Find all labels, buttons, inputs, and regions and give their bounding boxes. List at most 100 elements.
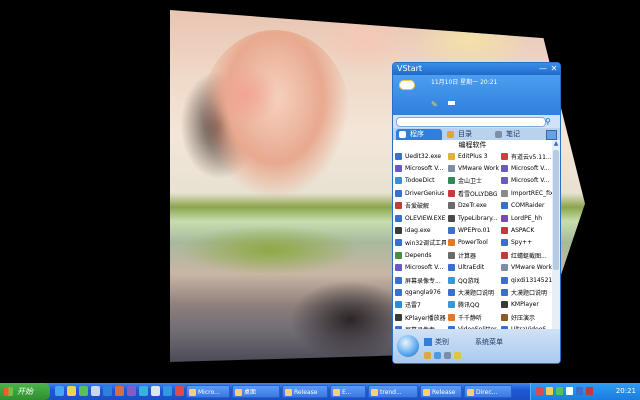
program-item[interactable]: Microsoft V... bbox=[499, 162, 552, 174]
quicklaunch-app-icon[interactable] bbox=[79, 386, 88, 396]
taskbar-task[interactable]: Micro... bbox=[186, 385, 230, 398]
quicklaunch-player-icon[interactable] bbox=[175, 386, 184, 396]
program-label: 红蜻蜓截图... bbox=[511, 252, 547, 260]
category-button[interactable]: 类别 系统菜单 bbox=[424, 337, 503, 347]
tab-2[interactable]: 笔记 bbox=[492, 129, 538, 140]
collapse-icon[interactable] bbox=[448, 101, 455, 105]
program-item[interactable]: KPlayer播放器 bbox=[393, 311, 446, 323]
quicklaunch-ie-icon[interactable] bbox=[55, 386, 64, 396]
tab-0[interactable]: 程序 bbox=[396, 129, 442, 140]
program-item[interactable]: 好压演示 bbox=[499, 311, 552, 323]
program-item[interactable]: idag.exe bbox=[393, 224, 446, 236]
weather-icon[interactable] bbox=[399, 80, 415, 90]
program-item[interactable]: TypeLibrary... bbox=[446, 212, 499, 224]
program-item[interactable]: 大漠题口说明 bbox=[446, 286, 499, 298]
program-item[interactable]: Uedit32.exe bbox=[393, 150, 446, 162]
tab-1[interactable]: 目录 bbox=[444, 129, 490, 140]
program-item[interactable]: ImportREC_fix bbox=[499, 187, 552, 199]
vstart-titlebar[interactable]: VStart — ✕ bbox=[393, 63, 560, 75]
program-item[interactable]: DzeTr.exe bbox=[446, 200, 499, 212]
program-label: 大漠题口说明 bbox=[458, 289, 495, 297]
globe-icon[interactable] bbox=[434, 352, 441, 359]
program-item[interactable]: KMPlayer bbox=[499, 299, 552, 311]
program-item[interactable]: 红蜻蜓截图... bbox=[499, 249, 552, 261]
program-label: 好压演示 bbox=[511, 314, 536, 322]
tab-settings-icon[interactable] bbox=[546, 130, 557, 140]
program-item[interactable]: WPEPro.01 bbox=[446, 224, 499, 236]
quicklaunch-media-icon[interactable] bbox=[103, 386, 112, 396]
quicklaunch-tool-icon[interactable] bbox=[115, 386, 124, 396]
tray-volume-icon[interactable] bbox=[566, 387, 573, 395]
tray-ime-icon[interactable] bbox=[576, 387, 583, 395]
program-item[interactable]: QQ游戏 bbox=[446, 274, 499, 286]
taskbar-task[interactable]: trend... bbox=[368, 385, 418, 398]
program-item[interactable]: 有道云v5.11... bbox=[499, 150, 552, 162]
tray-network-icon[interactable] bbox=[546, 387, 553, 395]
scroll-up-arrow-icon[interactable]: ▲ bbox=[552, 140, 560, 148]
program-icon bbox=[448, 202, 455, 210]
clock[interactable]: 20:21 bbox=[616, 383, 636, 400]
program-item[interactable]: COMRaider bbox=[499, 200, 552, 212]
program-icon bbox=[448, 251, 455, 259]
program-item[interactable]: Microsoft V... bbox=[393, 162, 446, 174]
taskbar-task[interactable]: Release bbox=[282, 385, 328, 398]
program-item[interactable]: DriverGenius bbox=[393, 187, 446, 199]
tray-shield-icon[interactable] bbox=[556, 387, 563, 395]
program-item[interactable]: Spy++ bbox=[499, 237, 552, 249]
monitor-icon[interactable] bbox=[444, 352, 451, 359]
program-item[interactable]: 吾爱破解 bbox=[393, 200, 446, 212]
program-item[interactable]: PowerTool bbox=[446, 237, 499, 249]
program-item[interactable]: 迅雷7 bbox=[393, 299, 446, 311]
program-item[interactable]: UltraEdit bbox=[446, 262, 499, 274]
taskbar-task[interactable]: E... bbox=[330, 385, 366, 398]
program-item[interactable]: TodoeDict bbox=[393, 175, 446, 187]
search-icon[interactable]: ⚲ bbox=[545, 117, 555, 127]
program-item[interactable]: 千千静听 bbox=[446, 311, 499, 323]
search-input[interactable] bbox=[396, 117, 546, 127]
task-label: 桌面 bbox=[244, 389, 257, 396]
tray-antivirus-icon[interactable] bbox=[586, 387, 593, 395]
quicklaunch-folder-icon[interactable] bbox=[67, 386, 76, 396]
taskbar-task[interactable]: Direc... bbox=[464, 385, 512, 398]
quicklaunch-vs-icon[interactable] bbox=[127, 386, 136, 396]
taskbar-task[interactable]: 桌面 bbox=[232, 385, 280, 398]
system-menu-label[interactable]: 系统菜单 bbox=[475, 337, 503, 347]
program-item[interactable]: win32调试工具 bbox=[393, 237, 446, 249]
quicklaunch-qq-icon[interactable] bbox=[139, 386, 148, 396]
tools-icon[interactable] bbox=[424, 352, 431, 359]
program-item[interactable]: VMware Work... bbox=[446, 162, 499, 174]
minimize-button[interactable]: — bbox=[538, 64, 548, 73]
program-item[interactable]: EditPlus 3 bbox=[446, 150, 499, 162]
quicklaunch-notepad-icon[interactable] bbox=[151, 386, 160, 396]
program-icon bbox=[501, 189, 508, 197]
program-item[interactable]: Microsoft V... bbox=[393, 262, 446, 274]
settings-wrench-icon[interactable]: ✎ bbox=[431, 100, 438, 109]
scroll-thumb[interactable] bbox=[553, 150, 559, 270]
program-item[interactable]: qixdi1314521 bbox=[499, 274, 552, 286]
program-item[interactable]: 看雪OLLYDBG bbox=[446, 187, 499, 199]
program-item[interactable]: 腾讯QQ bbox=[446, 299, 499, 311]
task-icon bbox=[235, 389, 242, 396]
program-item[interactable]: 大漠题口说明 bbox=[499, 286, 552, 298]
program-item[interactable]: 计算器 bbox=[446, 249, 499, 261]
program-item[interactable]: 屏幕录像专... bbox=[393, 274, 446, 286]
program-icon bbox=[448, 214, 455, 222]
taskbar-task[interactable]: Release bbox=[420, 385, 462, 398]
program-item[interactable]: ASPACK bbox=[499, 224, 552, 236]
vstart-orb-icon[interactable] bbox=[397, 335, 419, 357]
program-item[interactable]: 金山卫士 bbox=[446, 175, 499, 187]
quicklaunch-browser-icon[interactable] bbox=[163, 386, 172, 396]
start-button[interactable]: 开始 bbox=[0, 383, 50, 400]
program-item[interactable]: qgangla976 bbox=[393, 286, 446, 298]
close-button[interactable]: ✕ bbox=[549, 64, 559, 73]
folder-icon[interactable] bbox=[454, 352, 461, 359]
program-item[interactable]: Depends bbox=[393, 249, 446, 261]
quicklaunch-desktop-icon[interactable] bbox=[91, 386, 100, 396]
program-item[interactable]: Microsoft V... bbox=[499, 175, 552, 187]
tray-security-icon[interactable] bbox=[536, 387, 543, 395]
program-icon bbox=[501, 227, 508, 235]
program-item[interactable]: OLEVIEW.EXE bbox=[393, 212, 446, 224]
program-icon bbox=[395, 214, 402, 222]
program-item[interactable]: LordPE_hh bbox=[499, 212, 552, 224]
program-item[interactable]: VMware Work... bbox=[499, 262, 552, 274]
